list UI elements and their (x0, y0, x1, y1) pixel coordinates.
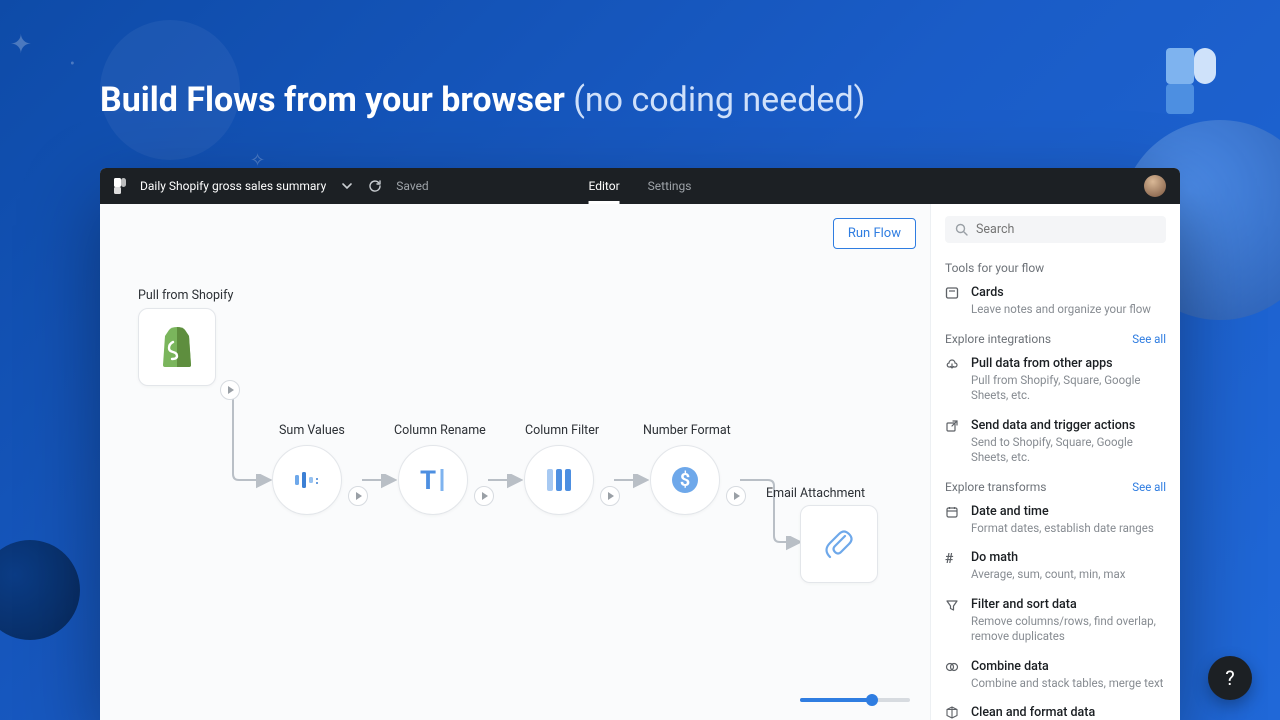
item-date-time[interactable]: Date and timeFormat dates, establish dat… (945, 504, 1166, 537)
header-tabs: Editor Settings (589, 168, 692, 204)
see-all-transforms[interactable]: See all (1132, 480, 1166, 494)
item-cards[interactable]: CardsLeave notes and organize your flow (945, 285, 1166, 318)
app-bar: Daily Shopify gross sales summary Saved … (100, 168, 1180, 204)
text-rename-icon: T (416, 463, 450, 497)
item-clean-format[interactable]: Clean and format dataFind and replace, r… (945, 705, 1166, 720)
node-column-filter[interactable] (524, 445, 594, 515)
headline-sub: (no coding needed) (573, 80, 865, 120)
node-label-sum: Sum Values (279, 423, 345, 438)
workspace: Run Flow Pull from Shopify Sum Values (100, 204, 1180, 720)
external-link-icon (945, 418, 961, 466)
node-output-handle[interactable] (726, 486, 746, 506)
cube-icon (945, 705, 961, 720)
shopify-icon (158, 326, 196, 368)
tab-editor[interactable]: Editor (589, 168, 620, 204)
node-email-attachment[interactable] (800, 505, 878, 583)
parabola-logo (1166, 48, 1216, 118)
section-transforms: Explore transformsSee all (945, 480, 1166, 494)
decorative-planet-dark (0, 540, 80, 640)
tools-sidebar: Tools for your flow CardsLeave notes and… (930, 204, 1180, 720)
node-label-rename: Column Rename (394, 423, 486, 438)
refresh-icon[interactable] (368, 179, 382, 193)
search-input[interactable] (976, 222, 1156, 237)
svg-text:$: $ (680, 470, 690, 491)
dollar-icon: $ (668, 463, 702, 497)
paperclip-icon (825, 528, 853, 560)
section-tools: Tools for your flow (945, 261, 1166, 275)
flow-title: Daily Shopify gross sales summary (140, 179, 326, 193)
node-output-handle[interactable] (220, 380, 240, 400)
item-do-math[interactable]: # Do mathAverage, sum, count, min, max (945, 550, 1166, 583)
item-pull-data[interactable]: Pull data from other appsPull from Shopi… (945, 356, 1166, 404)
flow-canvas[interactable]: Run Flow Pull from Shopify Sum Values (100, 204, 930, 720)
app-logo-icon (114, 178, 126, 194)
help-button[interactable]: ? (1208, 656, 1252, 700)
download-cloud-icon (945, 356, 961, 404)
search-box[interactable] (945, 216, 1166, 243)
node-label-pull: Pull from Shopify (138, 288, 233, 303)
run-flow-button[interactable]: Run Flow (833, 218, 916, 249)
app-window: Daily Shopify gross sales summary Saved … (100, 168, 1180, 720)
svg-text:T: T (420, 466, 436, 495)
node-sum-values[interactable] (272, 445, 342, 515)
node-label-email: Email Attachment (766, 486, 865, 501)
page-headline: Build Flows from your browser (no coding… (100, 80, 865, 120)
node-label-filter: Column Filter (525, 423, 599, 438)
see-all-integrations[interactable]: See all (1132, 332, 1166, 346)
zoom-slider[interactable] (800, 698, 910, 702)
section-integrations: Explore integrationsSee all (945, 332, 1166, 346)
tab-settings[interactable]: Settings (648, 168, 692, 204)
item-combine[interactable]: Combine dataCombine and stack tables, me… (945, 659, 1166, 692)
item-send-data[interactable]: Send data and trigger actionsSend to Sho… (945, 418, 1166, 466)
calendar-icon (945, 504, 961, 537)
node-output-handle[interactable] (600, 486, 620, 506)
item-filter-sort[interactable]: Filter and sort dataRemove columns/rows,… (945, 597, 1166, 645)
node-output-handle[interactable] (348, 486, 368, 506)
search-icon (955, 223, 968, 236)
avatar[interactable] (1144, 175, 1166, 197)
sum-icon (290, 463, 324, 497)
card-icon (945, 285, 961, 318)
saved-status: Saved (396, 179, 428, 193)
node-output-handle[interactable] (474, 486, 494, 506)
node-label-number: Number Format (643, 423, 731, 438)
hash-icon: # (945, 550, 961, 583)
node-number-format[interactable]: $ (650, 445, 720, 515)
node-pull-shopify[interactable] (138, 308, 216, 386)
columns-icon (542, 463, 576, 497)
node-column-rename[interactable]: T (398, 445, 468, 515)
chevron-down-icon[interactable] (340, 179, 354, 193)
sparkle-icon: ✦ (10, 30, 32, 60)
combine-icon (945, 659, 961, 692)
headline-main: Build Flows from your browser (100, 80, 565, 120)
sparkle-icon: • (70, 56, 75, 72)
funnel-icon (945, 597, 961, 645)
